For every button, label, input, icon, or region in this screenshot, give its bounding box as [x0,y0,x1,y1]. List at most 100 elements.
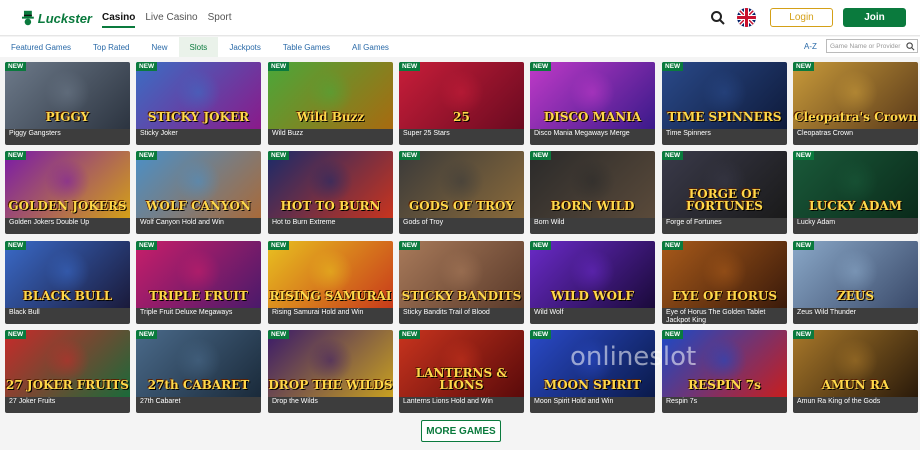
nav-live-casino[interactable]: Live Casino [145,12,197,28]
game-thumbnail[interactable]: 25 [399,62,524,129]
game-tile[interactable]: STICKY BANDITS NEW Sticky Bandits Trail of… [399,241,524,324]
game-tile[interactable]: WILD WOLF NEW Wild Wolf [530,241,655,324]
game-title[interactable]: Eye of Horus The Golden Tablet Jackpot K… [662,308,787,324]
game-tile[interactable]: 27th CABARET NEW 27th Cabaret [136,330,261,413]
game-tile[interactable]: PIGGY NEW Piggy Gangsters [5,62,130,145]
game-tile[interactable]: RESPIN 7s NEW Respin 7s [662,330,787,413]
game-tile[interactable]: TIME SPINNERS NEW Time Spinners [662,62,787,145]
game-title[interactable]: Wolf Canyon Hold and Win [136,218,261,234]
game-thumbnail[interactable]: RESPIN 7s [662,330,787,397]
game-title[interactable]: Triple Fruit Deluxe Megaways [136,308,261,324]
game-tile[interactable]: 27 JOKER FRUITS NEW 27 Joker Fruits [5,330,130,413]
game-title[interactable]: Lucky Adam [793,218,918,234]
game-title[interactable]: Disco Mania Megaways Merge [530,129,655,145]
game-tile[interactable]: EYE OF HORUS NEW Eye of Horus The Golden T… [662,241,787,324]
game-title[interactable]: Drop the Wilds [268,397,393,413]
game-tile[interactable]: DROP THE WILDS NEW Drop the Wilds [268,330,393,413]
game-title[interactable]: Hot to Burn Extreme [268,218,393,234]
tab-all-games[interactable]: All Games [341,37,400,57]
game-title[interactable]: Black Bull [5,308,130,324]
game-title[interactable]: Moon Spirit Hold and Win [530,397,655,413]
game-tile[interactable]: MOON SPIRIT NEW Moon Spirit Hold and Win [530,330,655,413]
game-title[interactable]: Wild Wolf [530,308,655,324]
tab-featured-games[interactable]: Featured Games [0,37,82,57]
game-title[interactable]: Respin 7s [662,397,787,413]
game-tile[interactable]: GODS OF TROY NEW Gods of Troy [399,151,524,234]
login-button[interactable]: Login [770,8,833,27]
game-tile[interactable]: ZEUS NEW Zeus Wild Thunder [793,241,918,324]
game-title[interactable]: 27th Cabaret [136,397,261,413]
game-thumbnail[interactable]: BORN WILD [530,151,655,218]
game-title[interactable]: Sticky Bandits Trail of Blood [399,308,524,324]
game-thumbnail[interactable]: LANTERNS & LIONS [399,330,524,397]
game-title[interactable]: Super 25 Stars [399,129,524,145]
game-thumbnail[interactable]: BLACK BULL [5,241,130,308]
game-thumbnail[interactable]: EYE OF HORUS [662,241,787,308]
game-tile[interactable]: FORGE OF FORTUNES NEW Forge of Fortunes [662,151,787,234]
game-title[interactable]: Cleopatras Crown [793,129,918,145]
game-tile[interactable]: Wild Buzz NEW Wild Buzz [268,62,393,145]
game-thumbnail[interactable]: AMUN RA [793,330,918,397]
game-thumbnail[interactable]: TIME SPINNERS [662,62,787,129]
more-games-button[interactable]: MORE GAMES [421,420,501,442]
game-tile[interactable]: AMUN RA NEW Amun Ra King of the Gods [793,330,918,413]
game-thumbnail[interactable]: 27th CABARET [136,330,261,397]
game-title[interactable]: Zeus Wild Thunder [793,308,918,324]
game-title[interactable]: Time Spinners [662,129,787,145]
nav-sport[interactable]: Sport [208,12,232,28]
game-thumbnail[interactable]: WOLF CANYON [136,151,261,218]
game-title[interactable]: Golden Jokers Double Up [5,218,130,234]
game-thumbnail[interactable]: Wild Buzz [268,62,393,129]
game-tile[interactable]: TRIPLE FRUIT NEW Triple Fruit Deluxe Megaw… [136,241,261,324]
game-thumbnail[interactable]: MOON SPIRIT [530,330,655,397]
game-title[interactable]: Amun Ra King of the Gods [793,397,918,413]
join-button[interactable]: Join [843,8,906,27]
game-tile[interactable]: LUCKY ADAM NEW Lucky Adam [793,151,918,234]
tab-new[interactable]: New [141,37,179,57]
game-tile[interactable]: STICKY JOKER NEW Sticky Joker [136,62,261,145]
game-title[interactable]: 27 Joker Fruits [5,397,130,413]
game-thumbnail[interactable]: GODS OF TROY [399,151,524,218]
luckster-logo[interactable]: Luckster [22,4,92,32]
game-title[interactable]: Sticky Joker [136,129,261,145]
game-thumbnail[interactable]: DROP THE WILDS [268,330,393,397]
game-search-input[interactable]: Game Name or Provider [826,39,918,53]
game-thumbnail[interactable]: 27 JOKER FRUITS [5,330,130,397]
game-tile[interactable]: HOT TO BURN NEW Hot to Burn Extreme [268,151,393,234]
game-thumbnail[interactable]: DISCO MANIA [530,62,655,129]
tab-top-rated[interactable]: Top Rated [82,37,140,57]
game-tile[interactable]: Cleopatra's Crown NEW Cleopatras Crown [793,62,918,145]
game-thumbnail[interactable]: ZEUS [793,241,918,308]
search-icon[interactable] [710,10,726,26]
game-thumbnail[interactable]: STICKY BANDITS [399,241,524,308]
game-tile[interactable]: LANTERNS & LIONS NEW Lanterns Lions Hold a… [399,330,524,413]
game-tile[interactable]: WOLF CANYON NEW Wolf Canyon Hold and Win [136,151,261,234]
tab-jackpots[interactable]: Jackpots [218,37,272,57]
game-thumbnail[interactable]: STICKY JOKER [136,62,261,129]
game-thumbnail[interactable]: LUCKY ADAM [793,151,918,218]
game-thumbnail[interactable]: TRIPLE FRUIT [136,241,261,308]
tab-slots[interactable]: Slots [178,37,219,57]
game-tile[interactable]: 25 NEW Super 25 Stars [399,62,524,145]
game-tile[interactable]: GOLDEN JOKERS NEW Golden Jokers Double Up [5,151,130,234]
game-thumbnail[interactable]: Cleopatra's Crown [793,62,918,129]
game-title[interactable]: Born Wild [530,218,655,234]
game-title[interactable]: Piggy Gangsters [5,129,130,145]
game-tile[interactable]: RISING SAMURAI NEW Rising Samurai Hold and… [268,241,393,324]
game-tile[interactable]: BORN WILD NEW Born Wild [530,151,655,234]
game-thumbnail[interactable]: PIGGY [5,62,130,129]
game-thumbnail[interactable]: RISING SAMURAI [268,241,393,308]
game-title[interactable]: Lanterns Lions Hold and Win [399,397,524,413]
uk-flag-icon[interactable] [737,8,756,27]
game-title[interactable]: Forge of Fortunes [662,218,787,234]
search-icon[interactable] [906,42,915,51]
game-title[interactable]: Wild Buzz [268,129,393,145]
game-tile[interactable]: DISCO MANIA NEW Disco Mania Megaways Merge [530,62,655,145]
game-thumbnail[interactable]: FORGE OF FORTUNES [662,151,787,218]
game-title[interactable]: Rising Samurai Hold and Win [268,308,393,324]
game-thumbnail[interactable]: HOT TO BURN [268,151,393,218]
game-tile[interactable]: BLACK BULL NEW Black Bull [5,241,130,324]
tab-table-games[interactable]: Table Games [272,37,341,57]
nav-casino[interactable]: Casino [102,12,136,28]
game-thumbnail[interactable]: GOLDEN JOKERS [5,151,130,218]
